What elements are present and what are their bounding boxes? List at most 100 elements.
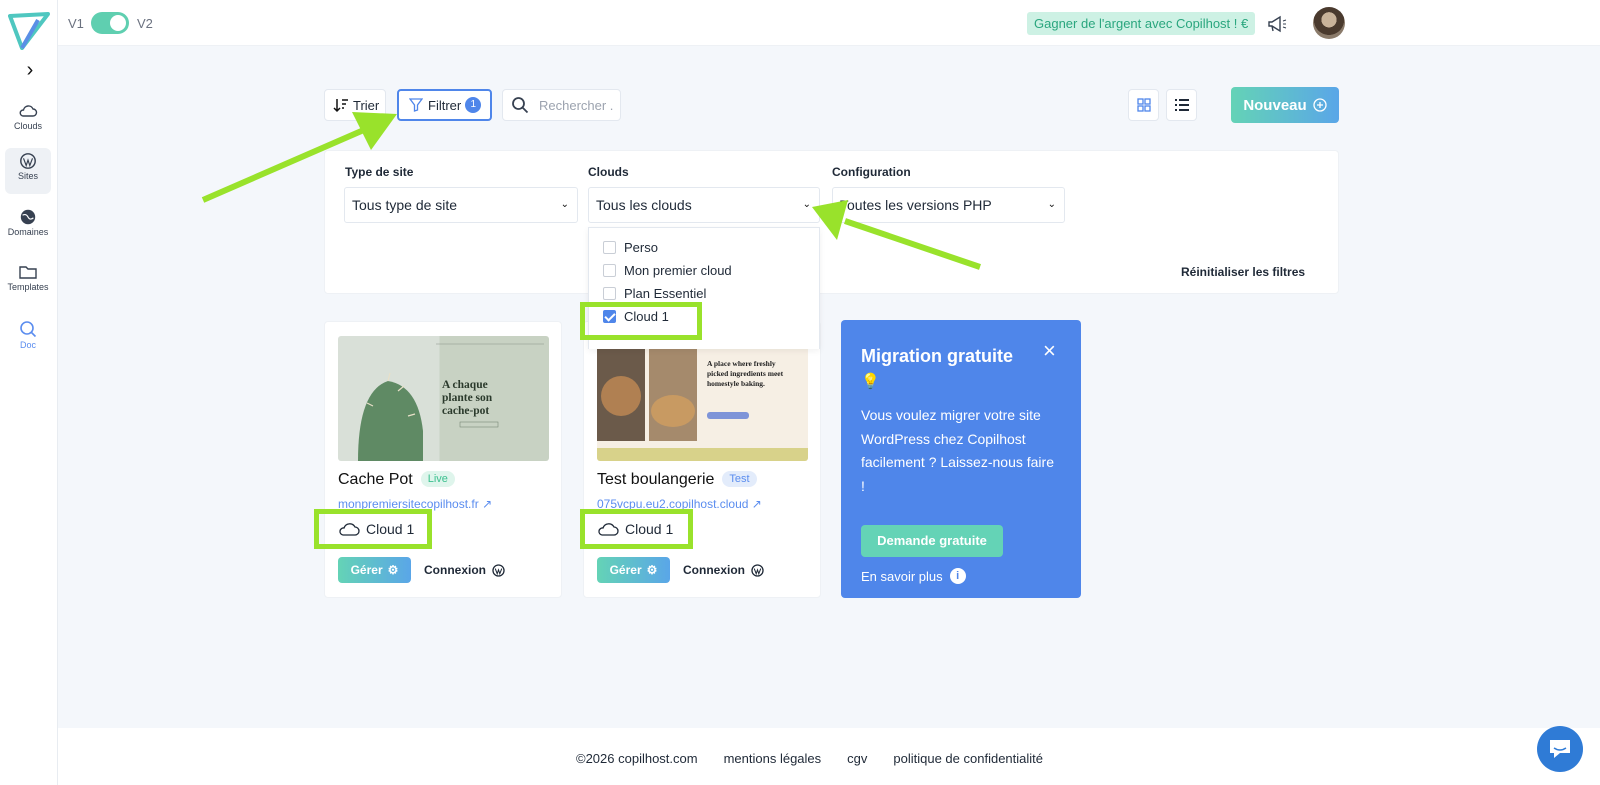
sidebar-item-doc[interactable]: Doc	[5, 315, 51, 359]
earn-money-link[interactable]: Gagner de l'argent avec Copilhost ! €	[1027, 12, 1256, 35]
manage-label: Gérer	[350, 563, 383, 577]
gear-icon: ⚙	[387, 563, 399, 577]
sidebar-item-sites[interactable]: Sites	[5, 148, 51, 194]
wordpress-icon	[492, 563, 505, 577]
new-label: Nouveau	[1243, 96, 1307, 114]
checkbox[interactable]	[603, 241, 616, 254]
sidebar: › Clouds Sites Domaines Templates Doc	[0, 0, 58, 785]
toggle-knob	[110, 15, 126, 31]
manage-label: Gérer	[609, 563, 642, 577]
list-view-button[interactable]	[1166, 89, 1197, 121]
svg-text:homestyle baking.: homestyle baking.	[707, 379, 765, 388]
site-title: Test boulangerie Test	[597, 471, 757, 489]
php-version-select[interactable]: Toutes les versions PHP ⌄	[832, 187, 1065, 223]
wp-login-button[interactable]: Connexion	[683, 563, 764, 577]
filter-label: Filtrer	[428, 97, 462, 113]
search-icon	[20, 321, 37, 338]
filter-count-badge: 1	[465, 97, 482, 113]
globe-icon	[20, 209, 36, 225]
filter-icon	[409, 98, 423, 112]
version-v1-label: V1	[68, 16, 84, 31]
cloud-option[interactable]: Mon premier cloud	[603, 263, 732, 278]
list-icon	[1174, 99, 1189, 111]
php-version-value: Toutes les versions PHP	[840, 197, 992, 213]
checkbox[interactable]	[603, 287, 616, 300]
sidebar-item-label: Domaines	[7, 227, 49, 237]
highlight-box	[580, 509, 693, 549]
sidebar-item-clouds[interactable]: Clouds	[5, 98, 51, 142]
reset-filters-button[interactable]: Réinitialiser les filtres	[1181, 265, 1305, 279]
site-type-filter-label: Type de site	[345, 165, 414, 179]
login-label: Connexion	[424, 563, 486, 577]
manage-button[interactable]: Gérer ⚙	[597, 557, 670, 583]
thumbnail-headline: A place where freshly	[707, 359, 776, 368]
grid-view-button[interactable]	[1128, 89, 1159, 121]
cloud-option[interactable]: Perso	[603, 240, 658, 255]
migration-promo-card: Migration gratuite 💡 × Vous voulez migre…	[841, 320, 1081, 598]
bakery-image: A place where freshly picked ingredients…	[597, 336, 808, 461]
sidebar-item-templates[interactable]: Templates	[5, 259, 51, 303]
plus-circle-icon	[1313, 98, 1327, 112]
filter-button[interactable]: Filtrer 1	[397, 89, 492, 121]
legal-notice-link[interactable]: mentions légales	[724, 751, 822, 766]
external-link-icon: ↗	[751, 497, 762, 511]
site-title-text: Test boulangerie	[597, 471, 715, 488]
site-card[interactable]: A chaque plante son cache-pot Cache Pot L…	[324, 321, 562, 598]
chevron-down-icon: ⌄	[1047, 199, 1056, 210]
external-link-icon: ↗	[482, 497, 493, 511]
learn-more-link[interactable]: En savoir plus i	[861, 568, 966, 584]
sidebar-item-label: Templates	[7, 282, 49, 292]
new-button[interactable]: Nouveau	[1231, 87, 1339, 123]
svg-text:picked ingredients meet: picked ingredients meet	[707, 369, 784, 378]
gear-icon: ⚙	[646, 563, 658, 577]
clouds-value: Tous les clouds	[596, 197, 692, 213]
site-title-text: Cache Pot	[338, 471, 413, 488]
sort-button[interactable]: Trier	[324, 89, 386, 121]
chat-button[interactable]	[1537, 726, 1583, 772]
site-type-select[interactable]: Tous type de site ⌄	[344, 187, 578, 223]
wp-login-button[interactable]: Connexion	[424, 563, 505, 577]
version-v2-label: V2	[137, 16, 153, 31]
privacy-policy-link[interactable]: politique de confidentialité	[893, 751, 1043, 766]
checkbox[interactable]	[603, 264, 616, 277]
manage-button[interactable]: Gérer ⚙	[338, 557, 411, 583]
version-toggle[interactable]	[91, 12, 129, 34]
clouds-select[interactable]: Tous les clouds ⌄	[588, 187, 820, 223]
promo-body: Vous voulez migrer votre site WordPress …	[861, 407, 1054, 494]
sidebar-item-label: Doc	[19, 340, 36, 350]
sort-label: Trier	[353, 97, 380, 113]
configuration-filter-label: Configuration	[832, 165, 911, 179]
megaphone-icon[interactable]	[1266, 14, 1288, 34]
status-badge: Live	[420, 471, 455, 487]
sidebar-item-label: Clouds	[13, 121, 42, 131]
top-bar	[58, 0, 1600, 46]
wordpress-icon	[751, 563, 764, 577]
site-thumbnail[interactable]: A chaque plante son cache-pot	[338, 336, 549, 461]
highlight-box	[314, 509, 432, 549]
free-request-button[interactable]: Demande gratuite	[861, 525, 1003, 557]
search-input[interactable]: Rechercher .	[539, 98, 613, 113]
cgv-link[interactable]: cgv	[847, 751, 867, 766]
info-icon: i	[949, 568, 966, 584]
cloud-option[interactable]: Plan Essentiel	[603, 286, 706, 301]
site-thumbnail[interactable]: A place where freshly picked ingredients…	[597, 336, 808, 461]
copyright-link[interactable]: ©2026 copilhost.com	[576, 751, 698, 766]
sort-icon	[333, 99, 348, 113]
promo-title: Migration gratuite	[861, 346, 1013, 366]
expand-sidebar-icon[interactable]: ›	[20, 60, 40, 80]
cloud-option-label: Mon premier cloud	[624, 263, 732, 278]
folder-icon	[19, 266, 37, 279]
chevron-down-icon: ⌄	[560, 199, 569, 210]
highlight-box	[580, 302, 702, 340]
wordpress-icon	[20, 153, 36, 169]
login-label: Connexion	[683, 563, 745, 577]
site-card[interactable]: A place where freshly picked ingredients…	[583, 321, 821, 598]
status-badge: Test	[722, 471, 757, 487]
user-avatar[interactable]	[1313, 7, 1345, 39]
clouds-filter-label: Clouds	[588, 165, 629, 179]
search-box[interactable]: Rechercher .	[502, 89, 621, 121]
copilhost-logo[interactable]	[8, 10, 50, 50]
close-icon[interactable]: ×	[1043, 340, 1056, 362]
cloud-icon	[19, 105, 38, 117]
sidebar-item-domaines[interactable]: Domaines	[5, 204, 51, 248]
